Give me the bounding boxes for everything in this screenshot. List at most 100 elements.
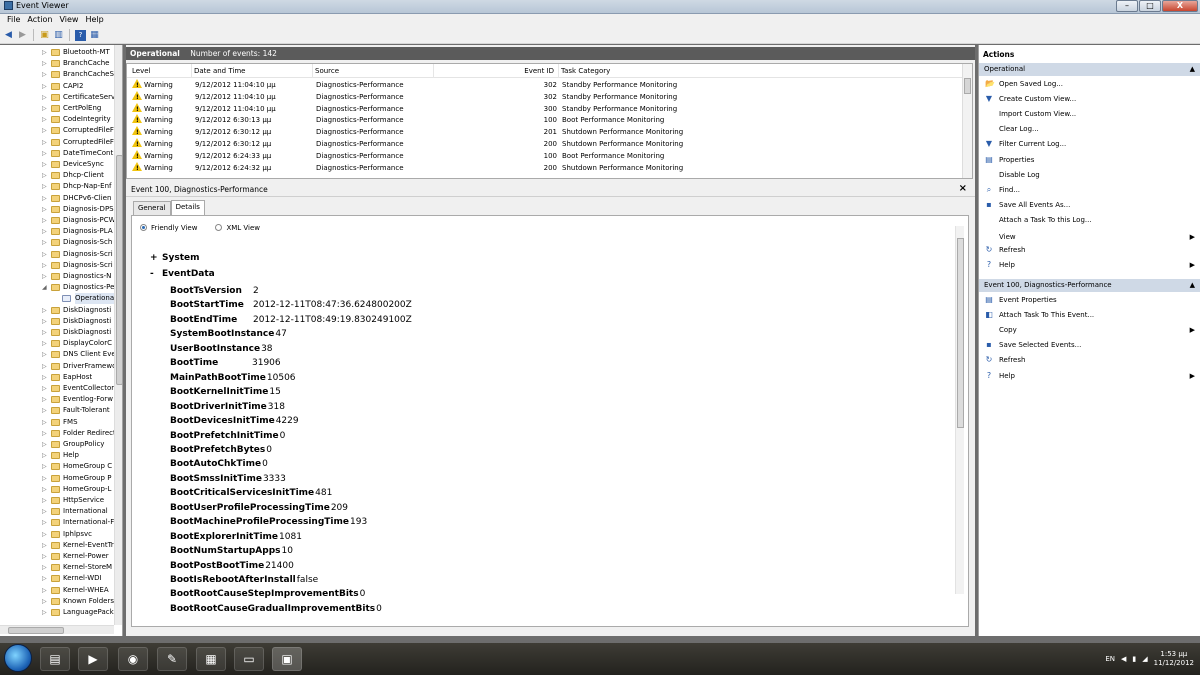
expand-arrow-icon[interactable]: ▷ xyxy=(42,394,48,405)
tree-item[interactable]: ▷ Diagnosis-DPS xyxy=(0,204,114,215)
eventdata-node[interactable]: - EventData xyxy=(150,269,215,279)
tree-item[interactable]: ▷ CAPI2 xyxy=(0,81,114,92)
tree-hscroll-thumb[interactable] xyxy=(8,627,64,634)
event-viewer-icon[interactable]: ▣ xyxy=(272,647,302,671)
action-item[interactable]: View ▶ xyxy=(979,230,1200,244)
radio-unselected-icon[interactable] xyxy=(215,223,223,231)
expand-arrow-icon[interactable]: ▷ xyxy=(42,562,48,573)
action-item[interactable]: ↻ Refresh xyxy=(979,243,1200,257)
xml-view-option[interactable]: XML View xyxy=(215,223,260,232)
tree-item[interactable]: ▷ International xyxy=(0,506,114,517)
tray-arrow-icon[interactable]: ◀ xyxy=(1121,655,1126,663)
start-button[interactable] xyxy=(4,644,32,672)
expand-arrow-icon[interactable]: ▷ xyxy=(42,92,48,103)
table-row[interactable]: Warning 9/12/2012 6:24:33 μμ Diagnostics-P… xyxy=(127,149,963,163)
tree-item[interactable]: ▷ DiskDiagnosti xyxy=(0,316,114,327)
expand-arrow-icon[interactable]: ▷ xyxy=(42,517,48,528)
table-row[interactable]: Warning 9/12/2012 11:04:10 μμ Diagnostics-… xyxy=(127,90,963,104)
expand-arrow-icon[interactable]: ▷ xyxy=(42,316,48,327)
action-item[interactable]: Clear Log... xyxy=(979,122,1200,136)
collapse-icon[interactable]: - xyxy=(150,269,162,279)
tree-item[interactable]: ▷ Diagnostics-N xyxy=(0,271,114,282)
action-item[interactable]: ⌕ Find... xyxy=(979,183,1200,197)
acrobat-icon[interactable]: ✎ xyxy=(157,647,187,671)
expand-arrow-icon[interactable]: ▷ xyxy=(42,103,48,114)
close-button[interactable]: X xyxy=(1162,0,1198,12)
table-row[interactable]: Warning 9/12/2012 11:04:10 μμ Diagnostics-… xyxy=(127,79,963,92)
tree-item[interactable]: ▷ Diagnosis-Scri xyxy=(0,249,114,260)
tab-general[interactable]: General xyxy=(133,201,171,215)
expand-icon[interactable]: + xyxy=(150,253,162,263)
tree-item[interactable]: ▷ HomeGroup P xyxy=(0,473,114,484)
tree-item[interactable]: ▷ Kernel-Power xyxy=(0,551,114,562)
tree-horizontal-scrollbar[interactable] xyxy=(0,625,114,634)
volume-icon[interactable]: ◢ xyxy=(1142,655,1147,663)
col-date[interactable]: Date and Time xyxy=(191,64,311,78)
tree-item[interactable]: ▷ International-F xyxy=(0,517,114,528)
tree-item[interactable]: ▷ CertPolEng xyxy=(0,103,114,114)
collapse-caret-icon[interactable]: ▲ xyxy=(1190,63,1195,76)
expand-arrow-icon[interactable]: ▷ xyxy=(42,260,48,271)
expand-arrow-icon[interactable]: ▷ xyxy=(42,349,48,360)
col-level[interactable]: Level xyxy=(127,64,189,78)
tree-item[interactable]: ▷ Diagnosis-Sch xyxy=(0,237,114,248)
expand-arrow-icon[interactable]: ▷ xyxy=(42,551,48,562)
action-item[interactable]: ◧ Attach Task To This Event... xyxy=(979,308,1200,322)
expand-arrow-icon[interactable]: ▷ xyxy=(42,495,48,506)
media-player-icon[interactable]: ▶ xyxy=(78,647,108,671)
table-row[interactable]: Warning 9/12/2012 6:24:32 μμ Diagnostics-P… xyxy=(127,161,963,175)
details-vertical-scrollbar[interactable] xyxy=(955,226,964,594)
expand-arrow-icon[interactable]: ▷ xyxy=(42,428,48,439)
tree-item[interactable]: ▷ DisplayColorC xyxy=(0,338,114,349)
close-event-icon[interactable]: × xyxy=(959,183,967,194)
system-node[interactable]: + System xyxy=(150,253,200,263)
collapse-caret-icon[interactable]: ▲ xyxy=(1190,279,1195,292)
table-row[interactable]: Warning 9/12/2012 11:04:10 μμ Diagnostics-… xyxy=(127,102,963,116)
expand-arrow-icon[interactable]: ▷ xyxy=(42,193,48,204)
tree-item[interactable]: ▷ Dhcp-Client xyxy=(0,170,114,181)
radio-selected-icon[interactable] xyxy=(140,223,147,231)
expand-arrow-icon[interactable]: ▷ xyxy=(42,58,48,69)
tree-item[interactable]: ▷ CorruptedFileF xyxy=(0,125,114,136)
expand-arrow-icon[interactable]: ▷ xyxy=(42,484,48,495)
expand-arrow-icon[interactable]: ▷ xyxy=(42,607,48,618)
tree-item[interactable]: ▷ Dhcp-Nap-Enf xyxy=(0,181,114,192)
expand-arrow-icon[interactable]: ▷ xyxy=(42,215,48,226)
grid-scroll-thumb[interactable] xyxy=(964,78,971,94)
action-item[interactable]: ▼ Filter Current Log... xyxy=(979,137,1200,151)
expand-arrow-icon[interactable]: ▷ xyxy=(42,170,48,181)
minimize-button[interactable]: – xyxy=(1116,0,1138,12)
expand-arrow-icon[interactable]: ▷ xyxy=(42,271,48,282)
table-row[interactable]: Warning 9/12/2012 6:30:13 μμ Diagnostics-P… xyxy=(127,114,963,127)
table-row[interactable]: Warning 9/12/2012 6:30:12 μμ Diagnostics-P… xyxy=(127,138,963,151)
tree-vertical-scrollbar[interactable] xyxy=(114,45,122,625)
col-event-id[interactable]: Event ID xyxy=(433,64,557,78)
tree-item[interactable]: ▷ GroupPolicy xyxy=(0,439,114,450)
forward-arrow-icon[interactable]: ▶ xyxy=(17,30,28,41)
tab-details[interactable]: Details xyxy=(170,200,205,215)
expand-arrow-icon[interactable]: ▷ xyxy=(42,585,48,596)
tree-item[interactable]: ▷ Known Folders xyxy=(0,596,114,607)
tree-item[interactable]: ▷ Iphlpsvc xyxy=(0,529,114,540)
tree-item[interactable]: ▷ DeviceSync xyxy=(0,159,114,170)
action-item[interactable]: ? Help ▶ xyxy=(979,258,1200,272)
expand-arrow-icon[interactable]: ▷ xyxy=(42,159,48,170)
tree-item[interactable]: ▷ Diagnosis-Scri xyxy=(0,260,114,271)
action-item[interactable]: 📂 Open Saved Log... xyxy=(979,77,1200,91)
tree-item[interactable]: ▷ HomeGroup-L xyxy=(0,484,114,495)
action-item[interactable]: ? Help ▶ xyxy=(979,369,1200,383)
tree-item[interactable]: ▷ HttpService xyxy=(0,495,114,506)
tree-item[interactable]: ▷ Help xyxy=(0,450,114,461)
expand-arrow-icon[interactable]: ▷ xyxy=(42,540,48,551)
action-item[interactable]: Import Custom View... xyxy=(979,107,1200,121)
action-item[interactable]: ▤ Event Properties xyxy=(979,293,1200,307)
tree-item[interactable]: ▷ EventCollector xyxy=(0,383,114,394)
tree-item[interactable]: ▷ CodeIntegrity xyxy=(0,114,114,125)
tree-item[interactable]: ▷ Eventlog-Forw xyxy=(0,394,114,405)
tree-item[interactable]: ▷ Kernel-StoreM xyxy=(0,562,114,573)
up-folder-icon[interactable]: ▣ xyxy=(39,30,50,41)
expand-arrow-icon[interactable]: ▷ xyxy=(42,506,48,517)
action-item[interactable]: ▤ Properties xyxy=(979,153,1200,167)
table-row[interactable]: Warning 9/12/2012 6:30:12 μμ Diagnostics-P… xyxy=(127,126,963,139)
tree-item[interactable]: ▷ DHCPv6-Clien xyxy=(0,193,114,204)
